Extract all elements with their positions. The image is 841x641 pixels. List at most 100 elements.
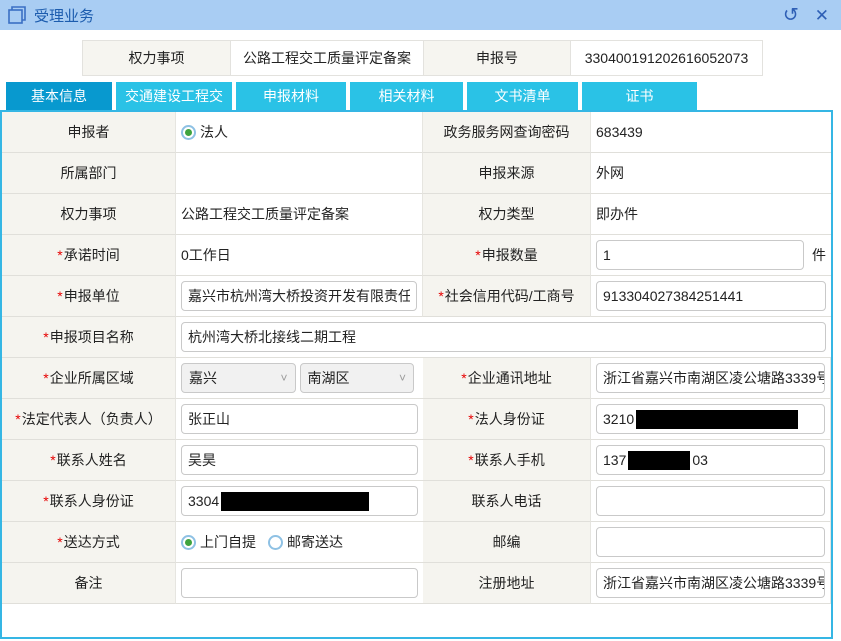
query-password-value: 683439	[591, 112, 831, 153]
tab-related-materials[interactable]: 相关材料	[350, 82, 463, 110]
close-icon[interactable]: ✕	[815, 6, 829, 25]
contact-mobile-prefix: 137	[603, 452, 626, 468]
contact-phone-field	[591, 481, 831, 522]
power-type-value: 即办件	[591, 194, 831, 235]
contact-name-field	[176, 440, 423, 481]
tab-basic-info[interactable]: 基本信息	[6, 82, 112, 110]
basic-info-panel: 申报者 法人 政务服务网查询密码 683439 所属部门 申报来源 外网 权力事…	[0, 110, 833, 639]
remark-field	[176, 563, 423, 604]
legal-id-prefix: 3210	[603, 411, 634, 427]
project-name-label: *申报项目名称	[2, 317, 176, 358]
reg-address-label: 注册地址	[423, 563, 591, 604]
chevron-down-icon: ˅	[399, 371, 406, 385]
legal-id-field: 3210	[591, 399, 831, 440]
redaction-bar	[636, 410, 798, 429]
declare-count-field: 件	[591, 235, 831, 276]
reg-address-field: 浙江省嘉兴市南湖区凌公塘路3339号（嘉	[591, 563, 831, 604]
tab-declare-materials[interactable]: 申报材料	[236, 82, 346, 110]
contact-mobile-input[interactable]: 137 03	[596, 445, 825, 475]
contact-mobile-suffix: 03	[692, 452, 708, 468]
window-title: 受理业务	[34, 5, 94, 26]
delivery-pickup-label: 上门自提	[200, 532, 256, 552]
window-icon	[8, 6, 26, 24]
redaction-bar	[221, 492, 369, 511]
tabbar: 基本信息 交通建设工程交 申报材料 相关材料 文书清单 证书	[6, 82, 697, 110]
region-label: *企业所属区域	[2, 358, 176, 399]
contact-id-input[interactable]: 3304	[181, 486, 418, 516]
power-item-label: 权力事项	[2, 194, 176, 235]
power-item-header-label: 权力事项	[82, 40, 231, 76]
contact-phone-label: 联系人电话	[423, 481, 591, 522]
declarer-field: 法人	[176, 112, 423, 153]
delivery-mail-label: 邮寄送达	[287, 532, 343, 552]
tab-document-list[interactable]: 文书清单	[467, 82, 578, 110]
reg-address-input[interactable]: 浙江省嘉兴市南湖区凌公塘路3339号（嘉	[596, 568, 825, 598]
promise-time-label: *承诺时间	[2, 235, 176, 276]
titlebar: 受理业务 ↺ ✕	[0, 0, 841, 30]
company-address-input[interactable]: 浙江省嘉兴市南湖区凌公塘路3339号（嘉	[596, 363, 825, 393]
credit-code-field	[591, 276, 831, 317]
department-label: 所属部门	[2, 153, 176, 194]
radio-selected-dot-icon	[185, 539, 192, 546]
legal-rep-label: *法定代表人（负责人）	[2, 399, 176, 440]
chevron-down-icon: ˅	[280, 371, 287, 385]
declare-no-header-label: 申报号	[423, 40, 571, 76]
remark-input[interactable]	[181, 568, 418, 598]
company-address-field: 浙江省嘉兴市南湖区凌公塘路3339号（嘉	[591, 358, 831, 399]
query-password-label: 政务服务网查询密码	[423, 112, 591, 153]
power-item-value: 公路工程交工质量评定备案	[176, 194, 423, 235]
basic-info-form: 申报者 法人 政务服务网查询密码 683439 所属部门 申报来源 外网 权力事…	[2, 112, 831, 604]
delivery-option-pickup[interactable]: 上门自提	[181, 532, 256, 552]
credit-code-input[interactable]	[596, 281, 826, 311]
declare-unit-label: *申报单位	[2, 276, 176, 317]
postcode-input[interactable]	[596, 527, 825, 557]
declare-count-label: *申报数量	[423, 235, 591, 276]
header-strip: 权力事项 公路工程交工质量评定备案 申报号 330400191202616052…	[82, 40, 763, 76]
declare-count-unit: 件	[812, 245, 826, 265]
project-name-input[interactable]	[181, 322, 826, 352]
legal-rep-field	[176, 399, 423, 440]
power-item-header-value: 公路工程交工质量评定备案	[230, 40, 424, 76]
declare-source-value: 外网	[591, 153, 831, 194]
tab-certificate[interactable]: 证书	[582, 82, 697, 110]
postcode-field	[591, 522, 831, 563]
tab-transport-construction[interactable]: 交通建设工程交	[116, 82, 232, 110]
accept-business-window: 受理业务 ↺ ✕ 权力事项 公路工程交工质量评定备案 申报号 330400191…	[0, 0, 841, 641]
contact-mobile-field: 137 03	[591, 440, 831, 481]
department-value	[176, 153, 423, 194]
delivery-option-mail[interactable]: 邮寄送达	[268, 532, 343, 552]
contact-phone-input[interactable]	[596, 486, 825, 516]
declare-source-label: 申报来源	[423, 153, 591, 194]
declarer-value: 法人	[200, 122, 228, 142]
radio-legal-person-selected[interactable]	[181, 125, 196, 140]
contact-name-input[interactable]	[181, 445, 418, 475]
radio-selected-dot-icon	[185, 129, 192, 136]
titlebar-actions: ↺ ✕	[783, 6, 829, 25]
credit-code-label: *社会信用代码/工商号	[423, 276, 591, 317]
delivery-field: 上门自提 邮寄送达	[176, 522, 423, 563]
declare-unit-input[interactable]	[181, 281, 417, 311]
contact-mobile-label: *联系人手机	[423, 440, 591, 481]
remark-label: 备注	[2, 563, 176, 604]
declare-unit-field	[176, 276, 423, 317]
company-address-label: *企业通讯地址	[423, 358, 591, 399]
region-field: 嘉兴 ˅ 南湖区 ˅	[176, 358, 423, 399]
legal-id-input[interactable]: 3210	[596, 404, 825, 434]
legal-id-label: *法人身份证	[423, 399, 591, 440]
refresh-icon[interactable]: ↺	[783, 6, 799, 25]
region-district-select[interactable]: 南湖区 ˅	[300, 363, 415, 393]
contact-id-field: 3304	[176, 481, 423, 522]
radio-pickup-selected[interactable]	[181, 535, 196, 550]
radio-mail-unselected[interactable]	[268, 535, 283, 550]
contact-id-label: *联系人身份证	[2, 481, 176, 522]
region-city-value: 嘉兴	[189, 368, 217, 388]
declare-count-input[interactable]	[596, 240, 804, 270]
declarer-label: 申报者	[2, 112, 176, 153]
promise-time-value: 0工作日	[176, 235, 423, 276]
postcode-label: 邮编	[423, 522, 591, 563]
contact-id-prefix: 3304	[188, 493, 219, 509]
region-city-select[interactable]: 嘉兴 ˅	[181, 363, 296, 393]
legal-rep-input[interactable]	[181, 404, 418, 434]
redaction-bar	[628, 451, 690, 470]
region-district-value: 南湖区	[308, 368, 350, 388]
